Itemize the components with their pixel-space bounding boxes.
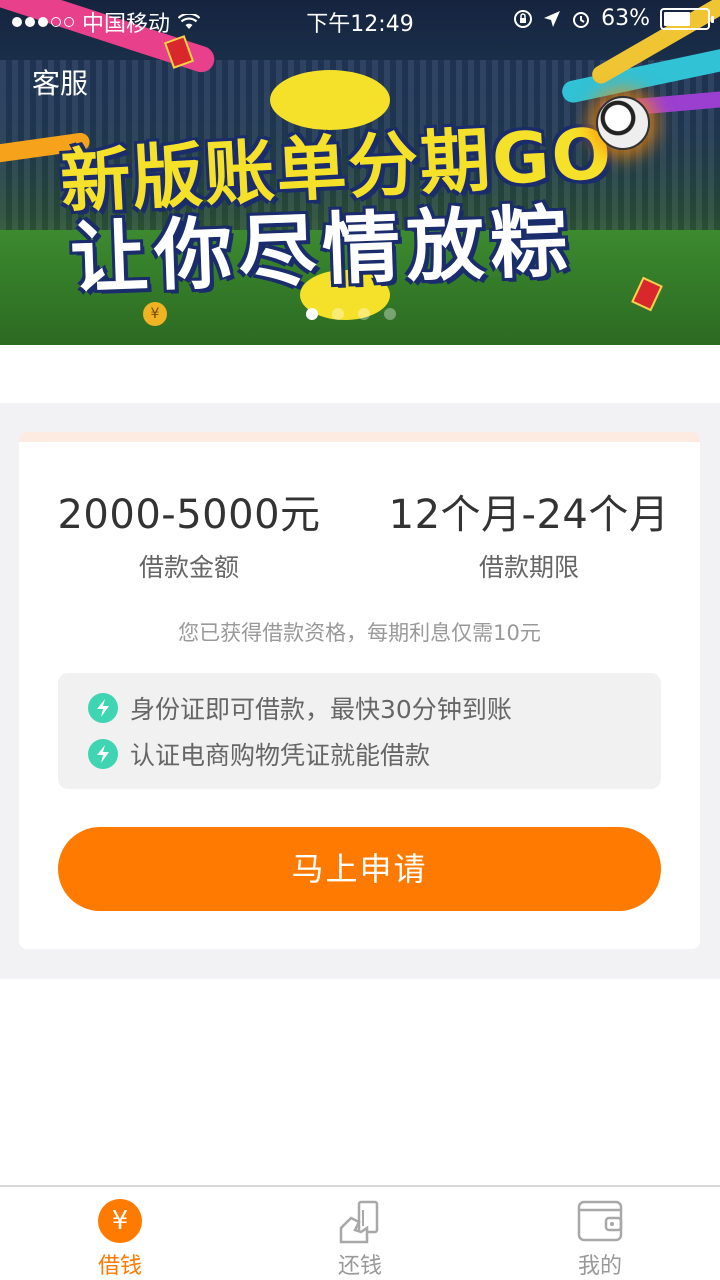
repay-icon (336, 1197, 384, 1244)
loan-term-value: 12个月-24个月 (388, 492, 670, 538)
alarm-icon (573, 11, 590, 28)
promo-banner[interactable]: ¥ 新版账单分期GO 让你尽情放粽 (0, 0, 720, 345)
loan-term-label: 借款期限 (478, 553, 579, 582)
screen: ¥ 新版账单分期GO 让你尽情放粽 中国移动 下午12:49 63% 客服 20… (0, 0, 720, 1280)
feature-list: 身份证即可借款，最快30分钟到账 认证电商购物凭证就能借款 (58, 673, 661, 789)
carousel-dot[interactable] (358, 308, 370, 320)
yen-icon: ¥ (96, 1197, 144, 1244)
battery-icon (660, 7, 714, 30)
tab-label: 还钱 (337, 1254, 382, 1279)
feature-item: 认证电商购物凭证就能借款 (88, 731, 661, 777)
carousel-dot[interactable] (384, 308, 396, 320)
wallet-icon (576, 1197, 624, 1244)
loan-card: 2000-5000元 借款金额 12个月-24个月 借款期限 您已获得借款资格，… (19, 432, 700, 949)
customer-service-link[interactable]: 客服 (32, 62, 88, 102)
status-bar: 中国移动 下午12:49 63% (0, 0, 720, 40)
tab-mine[interactable]: 我的 (480, 1187, 720, 1280)
lightning-icon (88, 693, 118, 723)
tab-label: 我的 (577, 1254, 622, 1279)
location-arrow-icon (544, 10, 561, 27)
apply-now-button[interactable]: 马上申请 (58, 827, 661, 911)
eligibility-notice: 您已获得借款资格，每期利息仅需10元 (178, 621, 541, 645)
loan-term: 12个月-24个月 借款期限 (359, 482, 699, 584)
feature-item: 身份证即可借款，最快30分钟到账 (88, 685, 661, 731)
feature-text: 认证电商购物凭证就能借款 (130, 741, 431, 770)
carousel-indicator (306, 308, 396, 320)
battery-percent: 63% (601, 6, 650, 31)
rotation-lock-icon (514, 9, 533, 28)
carousel-dot[interactable] (306, 308, 318, 320)
lightning-icon (88, 739, 118, 769)
loan-amount-value: 2000-5000元 (57, 492, 321, 538)
loan-amount: 2000-5000元 借款金额 (19, 482, 359, 584)
bottom-tab-bar: ¥ 借钱 还钱 我的 (0, 1185, 720, 1280)
feature-text: 身份证即可借款，最快30分钟到账 (130, 695, 512, 724)
football-icon (596, 96, 650, 150)
tab-repay[interactable]: 还钱 (240, 1187, 480, 1280)
carousel-dot[interactable] (332, 308, 344, 320)
loan-amount-label: 借款金额 (138, 553, 239, 582)
tab-label: 借钱 (97, 1254, 142, 1279)
card-stripe (19, 432, 700, 442)
tab-borrow[interactable]: ¥ 借钱 (0, 1187, 240, 1280)
banner-subtitle: 让你尽情放粽 (68, 197, 576, 305)
